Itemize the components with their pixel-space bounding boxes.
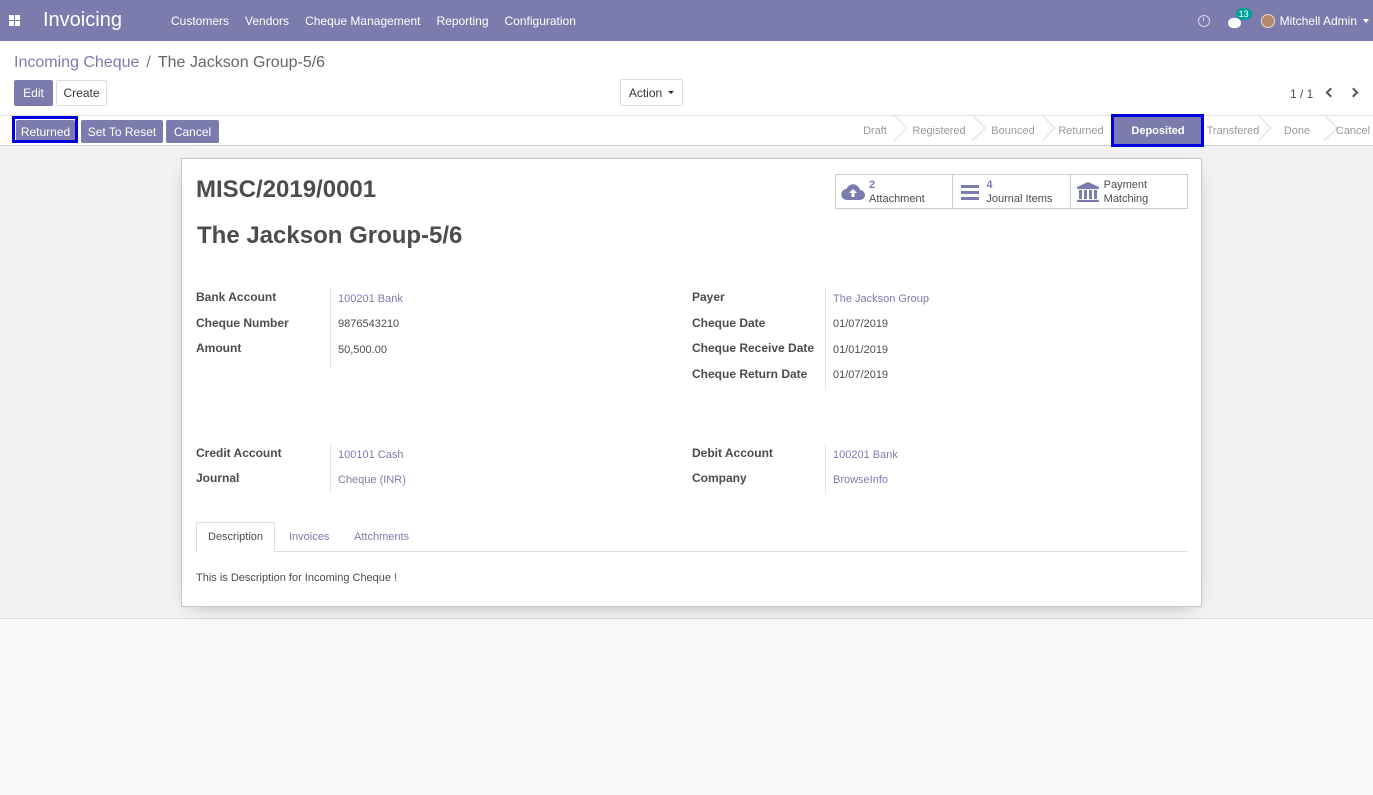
chat-count-badge: 13 xyxy=(1235,7,1252,20)
company-value[interactable]: BrowseInfo xyxy=(833,474,888,486)
amount-value: 50,500.00 xyxy=(338,344,387,356)
stage-label: Returned xyxy=(1058,125,1104,137)
menu-customers[interactable]: Customers xyxy=(163,14,237,28)
edit-button[interactable]: Edit xyxy=(14,80,53,106)
cheque-number-label: Cheque Number xyxy=(196,316,289,330)
set-to-reset-button[interactable]: Set To Reset xyxy=(81,120,163,143)
pager-value: 1 / 1 xyxy=(1290,87,1314,101)
stage-done[interactable]: Done xyxy=(1264,115,1338,146)
messaging-menu[interactable]: 13 xyxy=(1227,7,1252,28)
stage-cancel[interactable]: Cancel xyxy=(1330,116,1373,146)
payment-matching-label: Payment xyxy=(1103,178,1148,191)
stage-registered[interactable]: Registered xyxy=(900,115,986,146)
menu-reporting[interactable]: Reporting xyxy=(428,14,496,28)
menu-configuration[interactable]: Configuration xyxy=(497,14,584,28)
cheque-return-date-label: Cheque Return Date xyxy=(692,367,808,381)
app-brand[interactable]: Invoicing xyxy=(43,9,122,32)
stage-label: Bounced xyxy=(991,125,1035,137)
cancel-button[interactable]: Cancel xyxy=(166,120,219,143)
payment-matching-smart-button[interactable]: Payment Matching xyxy=(1071,175,1187,208)
chevron-left-icon xyxy=(1325,87,1336,98)
field-divider xyxy=(330,288,331,368)
description-text: This is Description for Incoming Cheque … xyxy=(196,572,398,584)
payer-value[interactable]: The Jackson Group xyxy=(833,293,929,305)
company-label: Company xyxy=(692,471,747,485)
stage-label: Cancel xyxy=(1335,125,1371,137)
debit-account-value[interactable]: 100201 Bank xyxy=(833,449,898,461)
payer-label: Payer xyxy=(692,290,725,304)
breadcrumb-separator: / xyxy=(146,54,151,71)
main-menu: Customers Vendors Cheque Management Repo… xyxy=(163,0,584,41)
cheque-return-date-value: 01/07/2019 xyxy=(833,369,889,381)
status-bar: Returned Set To Reset Cancel Draft Regis… xyxy=(0,115,1373,146)
cheque-date-label: Cheque Date xyxy=(692,316,766,330)
stage-deposited[interactable]: Deposited xyxy=(1114,116,1202,146)
stage-label: Registered xyxy=(912,125,966,137)
cheque-receive-date-label: Cheque Receive Date xyxy=(692,341,815,355)
stage-label: Done xyxy=(1283,125,1311,137)
stage-bounced[interactable]: Bounced xyxy=(978,115,1056,146)
field-divider xyxy=(330,444,331,494)
list-icon xyxy=(957,179,983,205)
notebook-tabs: Description Invoices Attchments xyxy=(196,522,1187,552)
journal-value[interactable]: Cheque (INR) xyxy=(338,474,406,486)
record-title: The Jackson Group-5/6 xyxy=(197,222,463,249)
bank-account-label: Bank Account xyxy=(196,290,277,304)
tab-invoices[interactable]: Invoices xyxy=(278,522,340,552)
credit-account-value[interactable]: 100101 Cash xyxy=(338,449,403,461)
navbar-right: 13 Mitchell Admin xyxy=(1197,0,1373,41)
tab-description[interactable]: Description xyxy=(196,522,276,552)
apps-menu-icon[interactable] xyxy=(9,15,20,26)
chevron-right-icon xyxy=(1348,87,1359,98)
record-reference: MISC/2019/0001 xyxy=(196,176,377,203)
cheque-date-value: 01/07/2019 xyxy=(833,318,889,330)
returned-button[interactable]: Returned xyxy=(16,120,75,143)
field-divider xyxy=(825,288,826,390)
breadcrumb-current: The Jackson Group-5/6 xyxy=(157,54,326,71)
journal-label: Journal xyxy=(196,471,240,485)
stage-label: Deposited xyxy=(1131,125,1185,137)
control-panel: Incoming Cheque / The Jackson Group-5/6 … xyxy=(0,41,1373,116)
menu-cheque-management[interactable]: Cheque Management xyxy=(297,14,428,28)
tab-attchments[interactable]: Attchments xyxy=(343,522,420,552)
payment-matching-label-2: Matching xyxy=(1103,192,1149,205)
stage-draft[interactable]: Draft xyxy=(850,115,908,146)
create-button[interactable]: Create xyxy=(56,80,107,106)
action-dropdown[interactable]: Action xyxy=(620,79,683,106)
credit-account-label: Credit Account xyxy=(196,446,282,460)
debit-account-label: Debit Account xyxy=(692,446,773,460)
avatar[interactable] xyxy=(1260,13,1275,28)
breadcrumb: Incoming Cheque / The Jackson Group-5/6 xyxy=(14,54,325,72)
menu-vendors[interactable]: Vendors xyxy=(237,14,297,28)
smart-buttons: 2 Attachment 4 Journal Items Payment Mat… xyxy=(835,174,1188,209)
attachment-smart-button[interactable]: 2 Attachment xyxy=(836,175,954,208)
bank-icon xyxy=(1075,179,1101,205)
breadcrumb-parent[interactable]: Incoming Cheque xyxy=(14,54,139,72)
user-name[interactable]: Mitchell Admin xyxy=(1280,14,1357,28)
journal-items-label: Journal Items xyxy=(986,192,1053,205)
journal-items-count: 4 xyxy=(986,178,993,191)
cheque-number-value: 9876543210 xyxy=(338,318,400,330)
pager-next-button[interactable] xyxy=(1348,87,1359,99)
amount-label: Amount xyxy=(196,341,242,355)
stage-returned[interactable]: Returned xyxy=(1048,116,1114,146)
bank-account-value[interactable]: 100201 Bank xyxy=(338,293,403,305)
caret-down-icon xyxy=(668,91,675,94)
cheque-receive-date-value: 01/01/2019 xyxy=(833,344,889,356)
field-divider xyxy=(825,444,826,494)
attachment-label: Attachment xyxy=(869,192,925,205)
activity-clock-icon[interactable] xyxy=(1197,14,1210,27)
user-caret-icon[interactable] xyxy=(1363,18,1369,23)
journal-items-smart-button[interactable]: 4 Journal Items xyxy=(953,175,1071,208)
cloud-upload-icon xyxy=(840,179,866,205)
attachment-count: 2 xyxy=(869,178,876,191)
top-navbar: Invoicing Customers Vendors Cheque Manag… xyxy=(0,0,1373,41)
stage-transfered[interactable]: Transfered xyxy=(1202,115,1272,146)
action-label: Action xyxy=(628,85,663,100)
pager-previous-button[interactable] xyxy=(1325,87,1336,99)
